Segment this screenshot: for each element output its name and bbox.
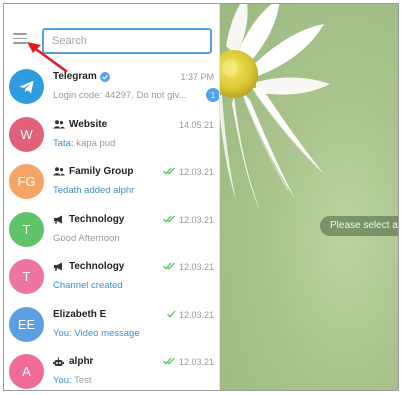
avatar: T (9, 211, 44, 247)
chat-title: Telegram (53, 71, 110, 82)
chat-time: 12.03.21 (163, 215, 214, 225)
chat-preview: Login code: 44297. Do not giv... (53, 90, 187, 101)
search-input[interactable] (42, 28, 212, 54)
avatar: T (9, 259, 44, 294)
channel-megaphone-icon (53, 214, 65, 224)
avatar: A (9, 354, 44, 389)
chat-title: Website (53, 119, 107, 130)
chat-time: 12.03.21 (163, 357, 214, 367)
avatar (9, 69, 44, 104)
verified-badge-icon (99, 71, 110, 82)
chat-preview: Good Afternoon (53, 232, 120, 244)
daisy-wallpaper (220, 4, 330, 210)
sidebar: Telegram 1:37 PM Login code: 44297. Do n… (4, 4, 220, 390)
group-icon (53, 119, 65, 129)
chat-item-alphr[interactable]: A alphr 12.03.21 You: Test (4, 349, 219, 390)
chat-preview: Tedath added alphr (53, 185, 135, 196)
telegram-window: Telegram 1:37 PM Login code: 44297. Do n… (3, 3, 399, 391)
chat-time: 12.03.21 (167, 310, 214, 320)
chat-item-technology[interactable]: T Technology 12.03.21 Channel created (4, 254, 219, 302)
chat-title: Elizabeth E (53, 308, 107, 320)
double-check-icon (163, 262, 176, 272)
chat-preview: Channel created (53, 280, 123, 291)
chat-item-elizabeth-e[interactable]: EE Elizabeth E 12.03.21 You: Video messa… (4, 302, 219, 350)
avatar: W (9, 116, 44, 152)
double-check-icon (163, 167, 176, 177)
chat-item-website[interactable]: W Website 14.05.21 Tata: kapa pud (4, 112, 219, 160)
avatar: EE (9, 306, 44, 342)
chat-title: Family Group (53, 166, 133, 177)
chat-time: 12.03.21 (163, 262, 214, 272)
unread-badge: 1 (206, 88, 219, 102)
chat-preview: Tata: kapa pud (53, 137, 116, 149)
sidebar-header (4, 4, 219, 54)
telegram-plane-icon (19, 80, 34, 93)
double-check-icon (163, 215, 176, 225)
avatar: FG (9, 164, 44, 199)
chat-area-background: Please select a c (220, 4, 398, 390)
chat-title: Technology (53, 214, 124, 225)
chat-title: alphr (53, 356, 93, 367)
chat-preview: You: Video message (53, 327, 140, 339)
chat-item-technology[interactable]: T Technology 12.03.21 Good Afternoon (4, 207, 219, 255)
double-check-icon (163, 357, 176, 367)
chat-preview: You: Test (53, 375, 92, 386)
hamburger-menu-icon[interactable] (13, 33, 27, 44)
chat-item-telegram[interactable]: Telegram 1:37 PM Login code: 44297. Do n… (4, 64, 219, 112)
channel-megaphone-icon (53, 262, 65, 272)
chat-item-family-group[interactable]: FG Family Group 12.03.21 Tedath added al… (4, 159, 219, 207)
bot-icon (53, 357, 65, 367)
chat-title: Technology (53, 261, 124, 272)
chat-time: 14.05.21 (178, 119, 214, 130)
chat-time: 1:37 PM (180, 72, 214, 82)
group-icon (53, 167, 65, 177)
chat-list: Telegram 1:37 PM Login code: 44297. Do n… (4, 64, 219, 390)
check-icon (167, 310, 176, 320)
chat-time: 12.03.21 (163, 167, 214, 177)
empty-chat-message: Please select a c (320, 216, 398, 236)
